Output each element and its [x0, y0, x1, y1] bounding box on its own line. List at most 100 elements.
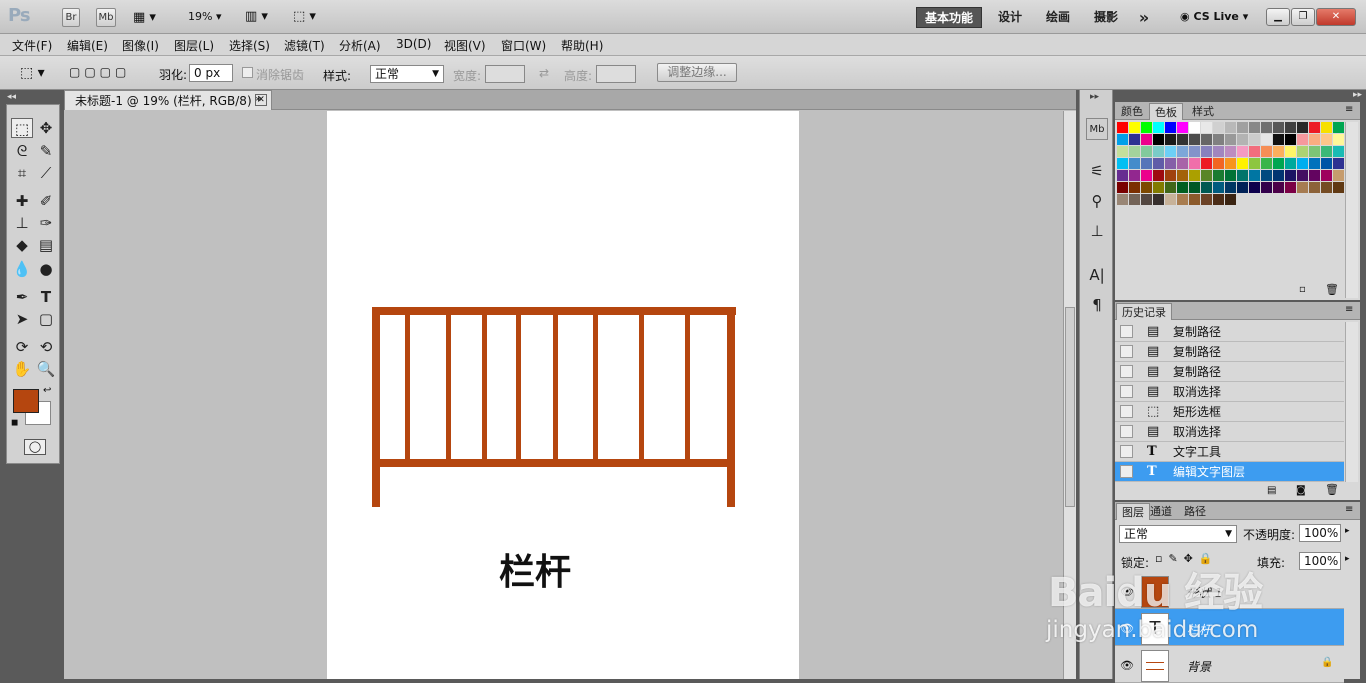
color-swatch[interactable]: [1237, 158, 1248, 169]
color-swatch[interactable]: [1297, 134, 1308, 145]
color-swatch[interactable]: [1249, 158, 1260, 169]
color-swatch[interactable]: [1153, 146, 1164, 157]
blend-mode-select[interactable]: 正常 ▼: [1119, 525, 1237, 543]
document-tab[interactable]: 未标题-1 @ 19% (栏杆, RGB/8) * ✕: [64, 90, 272, 110]
maximize-button[interactable]: ❐: [1291, 8, 1315, 26]
color-swatch[interactable]: [1201, 170, 1212, 181]
tab-history[interactable]: 历史记录: [1116, 303, 1172, 320]
color-swatch[interactable]: [1321, 170, 1332, 181]
color-swatch[interactable]: [1201, 158, 1212, 169]
color-swatch[interactable]: [1177, 158, 1188, 169]
menu-select[interactable]: 选择(S): [229, 37, 270, 54]
character-icon[interactable]: A|: [1086, 264, 1108, 286]
color-swatch[interactable]: [1153, 170, 1164, 181]
menu-3d[interactable]: 3D(D): [396, 37, 431, 51]
color-swatch[interactable]: [1129, 194, 1140, 205]
close-button[interactable]: ✕: [1316, 8, 1356, 26]
color-swatch[interactable]: [1297, 122, 1308, 133]
color-swatch[interactable]: [1201, 182, 1212, 193]
color-swatch[interactable]: [1309, 146, 1320, 157]
menu-help[interactable]: 帮助(H): [561, 37, 603, 54]
history-menu-icon[interactable]: ≡: [1345, 304, 1353, 315]
color-swatch[interactable]: [1333, 146, 1344, 157]
color-swatch[interactable]: [1261, 134, 1272, 145]
color-swatch[interactable]: [1213, 158, 1224, 169]
menu-view[interactable]: 视图(V): [444, 37, 486, 54]
history-state[interactable]: T 文字工具: [1115, 442, 1344, 462]
tab-swatches[interactable]: 色板: [1149, 103, 1183, 120]
color-swatch[interactable]: [1261, 170, 1272, 181]
mini-bridge-icon[interactable]: Mb: [1086, 118, 1108, 140]
color-swatch[interactable]: [1165, 170, 1176, 181]
opacity-input[interactable]: 100%: [1299, 524, 1341, 542]
menu-filter[interactable]: 滤镜(T): [284, 37, 325, 54]
lasso-tool[interactable]: ᘓ: [11, 141, 33, 161]
color-swatch[interactable]: [1321, 134, 1332, 145]
snapshot-source-checkbox[interactable]: [1120, 465, 1133, 478]
swap-icon[interactable]: ⇄: [539, 66, 549, 80]
tool-presets-icon[interactable]: ⚲: [1086, 190, 1108, 212]
color-swatch[interactable]: [1321, 182, 1332, 193]
color-swatch[interactable]: [1129, 122, 1140, 133]
color-swatch[interactable]: [1297, 182, 1308, 193]
color-swatch[interactable]: [1309, 158, 1320, 169]
color-swatch[interactable]: [1273, 170, 1284, 181]
color-swatch[interactable]: [1177, 194, 1188, 205]
color-swatch[interactable]: [1237, 170, 1248, 181]
screen-mode-icon[interactable]: ⬚ ▾: [293, 9, 316, 24]
color-swatch[interactable]: [1189, 146, 1200, 157]
scrollbar-thumb[interactable]: [1065, 307, 1075, 507]
history-state[interactable]: ▤ 复制路径: [1115, 362, 1344, 382]
color-swatch[interactable]: [1153, 182, 1164, 193]
antialias-checkbox[interactable]: [242, 67, 253, 78]
color-swatch[interactable]: [1129, 182, 1140, 193]
default-colors-icon[interactable]: ◼: [11, 418, 18, 428]
color-swatch[interactable]: [1273, 182, 1284, 193]
color-swatch[interactable]: [1225, 158, 1236, 169]
color-swatch[interactable]: [1117, 146, 1128, 157]
new-document-from-state-icon[interactable]: ▤: [1267, 485, 1276, 496]
color-swatch[interactable]: [1273, 134, 1284, 145]
menu-window[interactable]: 窗口(W): [501, 37, 546, 54]
gradient-tool[interactable]: ▤: [35, 235, 57, 255]
color-swatch[interactable]: [1237, 146, 1248, 157]
color-swatch[interactable]: [1165, 146, 1176, 157]
tool-preset-picker[interactable]: ⬚ ▾: [20, 65, 45, 81]
menu-file[interactable]: 文件(F): [12, 37, 52, 54]
color-swatch[interactable]: [1285, 146, 1296, 157]
color-swatch[interactable]: [1333, 170, 1344, 181]
color-swatch[interactable]: [1225, 182, 1236, 193]
color-swatch[interactable]: [1213, 170, 1224, 181]
color-swatch[interactable]: [1141, 170, 1152, 181]
color-swatch[interactable]: [1225, 122, 1236, 133]
color-swatch[interactable]: [1213, 182, 1224, 193]
menu-image[interactable]: 图像(I): [122, 37, 159, 54]
color-swatch[interactable]: [1129, 134, 1140, 145]
color-swatch[interactable]: [1117, 194, 1128, 205]
new-swatch-icon[interactable]: ▫: [1299, 284, 1306, 295]
workspace-photography[interactable]: 摄影: [1086, 7, 1126, 28]
close-document-icon[interactable]: ✕: [255, 94, 267, 106]
layer-row[interactable]: 👁 背景 🔒: [1115, 646, 1344, 683]
quick-mask-icon[interactable]: ◯: [24, 439, 46, 455]
eyedropper-tool[interactable]: ⟋: [35, 163, 57, 183]
history-state[interactable]: ▤ 复制路径: [1115, 322, 1344, 342]
3d-rotate-tool[interactable]: ⟳: [11, 337, 33, 357]
new-snapshot-icon[interactable]: ◙: [1296, 485, 1306, 496]
color-swatch[interactable]: [1177, 122, 1188, 133]
more-workspaces-button[interactable]: »: [1132, 7, 1156, 28]
color-swatch[interactable]: [1249, 146, 1260, 157]
eraser-tool[interactable]: ◆: [11, 235, 33, 255]
color-swatch[interactable]: [1165, 158, 1176, 169]
clone-stamp-tool[interactable]: ⊥: [11, 213, 33, 233]
color-swatch[interactable]: [1225, 146, 1236, 157]
color-swatch[interactable]: [1141, 146, 1152, 157]
color-swatch[interactable]: [1117, 182, 1128, 193]
tab-color[interactable]: 颜色: [1116, 103, 1148, 120]
snapshot-source-checkbox[interactable]: [1120, 405, 1133, 418]
color-swatch[interactable]: [1261, 146, 1272, 157]
swap-colors-icon[interactable]: ↩: [43, 385, 51, 396]
color-swatch[interactable]: [1189, 134, 1200, 145]
height-input[interactable]: [596, 65, 636, 83]
color-swatch[interactable]: [1249, 182, 1260, 193]
